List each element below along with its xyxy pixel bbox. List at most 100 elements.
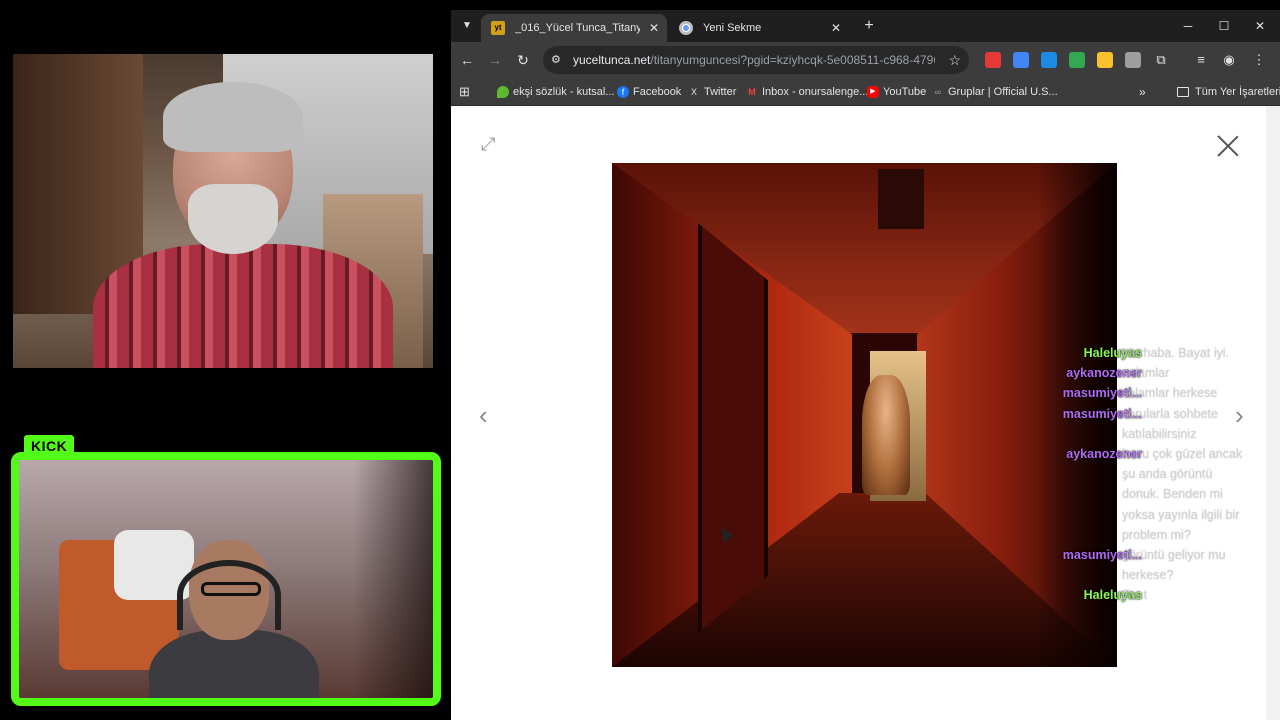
chat-message: aykanozener konu çok güzel ancak	[1028, 444, 1258, 464]
bookmark-eksi[interactable]: ekşi sözlük - kutsal...	[497, 78, 614, 106]
chat-message: aykanozener selamlar	[1028, 363, 1258, 383]
profile-avatar-icon[interactable]: ◉	[1219, 50, 1239, 70]
chat-text: sorularla sohbete	[1122, 406, 1218, 421]
url-path: /titanyumguncesi?pgid=kziyhcqk-5e008511-…	[650, 53, 935, 67]
bookmark-label: ekşi sözlük - kutsal...	[513, 86, 615, 98]
webcam-streamer	[11, 452, 441, 706]
tab-title: _016_Yücel Tunca_TitanyumGün	[515, 22, 640, 34]
chat-text: konu çok güzel ancak	[1122, 446, 1243, 461]
streamer-person	[149, 540, 339, 698]
apps-grid-icon[interactable]: ⊞	[459, 84, 475, 100]
new-tab-button[interactable]: +	[859, 16, 879, 36]
chat-message: herkese?	[1028, 565, 1258, 585]
gmail-icon: M	[748, 87, 756, 97]
url-host: yuceltunca.net	[573, 53, 651, 67]
address-bar[interactable]: ⚙ yuceltunca.net/titanyumguncesi?pgid=kz…	[543, 46, 969, 74]
eksi-icon	[497, 86, 509, 98]
all-bookmarks-folder[interactable]: Tüm Yer İşaretleri	[1177, 78, 1280, 106]
site-info-icon[interactable]: ⚙	[551, 53, 565, 67]
bookmark-label: Inbox - onursalenge...	[762, 86, 869, 98]
bookmark-gruplar[interactable]: ∞ Gruplar | Official U.S...	[932, 78, 1058, 106]
chat-text: Evet	[1122, 588, 1148, 603]
bookmark-label: Gruplar | Official U.S...	[948, 86, 1058, 98]
prev-arrow-icon[interactable]: ‹	[479, 402, 493, 428]
chat-message: Haleluyas Merhaba. Bayat iyi.	[1028, 343, 1258, 363]
facebook-icon: f	[617, 86, 629, 98]
link-icon: ∞	[934, 87, 942, 97]
bookmark-label: YouTube	[883, 86, 927, 98]
menu-kebab-icon[interactable]: ⋮	[1249, 50, 1269, 70]
lightbox-close-icon[interactable]	[1216, 134, 1240, 158]
url-text[interactable]: yuceltunca.net/titanyumguncesi?pgid=kziy…	[573, 46, 935, 74]
window-close-icon[interactable]: ✕	[1242, 10, 1278, 42]
tab-strip: ▼ yt _016_Yücel Tunca_TitanyumGün ✕ Yeni…	[451, 10, 1280, 42]
tab-new-tab[interactable]: Yeni Sekme ✕	[669, 14, 849, 42]
site-favicon-icon: yt	[491, 21, 505, 35]
webcam-host	[13, 54, 433, 368]
extension-icon-1[interactable]	[985, 52, 1001, 68]
bookmark-star-icon[interactable]: ☆	[948, 46, 961, 74]
chat-text: katılabilirsiniz	[1122, 426, 1197, 441]
bookmark-twitter[interactable]: X Twitter	[688, 78, 736, 106]
fullscreen-expand-icon[interactable]: ⤢	[481, 132, 505, 156]
chat-message: masumiyeti... görüntü geliyor mu	[1028, 545, 1258, 565]
chat-message: katılabilirsiniz	[1028, 424, 1258, 444]
bookmark-facebook[interactable]: f Facebook	[617, 78, 681, 106]
glasses	[201, 582, 261, 596]
bookmark-gmail[interactable]: M Inbox - onursalenge...	[746, 78, 868, 106]
extension-icon-3[interactable]	[1041, 52, 1057, 68]
chat-message: şu anda görüntü	[1028, 464, 1258, 484]
host-hair	[163, 82, 303, 152]
chat-text: problem mi?	[1122, 527, 1191, 542]
stream-layout: KICK ▼ yt _016_Yücel Tunca_TitanyumGün ✕…	[0, 0, 1280, 720]
streamer-body	[149, 630, 319, 698]
extension-icon-2[interactable]	[1013, 52, 1029, 68]
media-controls-icon[interactable]: ≡	[1191, 50, 1211, 70]
chat-text: herkese?	[1122, 568, 1174, 583]
extension-icon-6[interactable]	[1125, 52, 1141, 68]
bookmark-label: Tüm Yer İşaretleri	[1195, 86, 1280, 98]
elderly-figure	[862, 375, 910, 495]
chat-overlay: Haleluyas Merhaba. Bayat iyi. aykanozener s…	[1028, 343, 1258, 605]
tab-title: Yeni Sekme	[703, 22, 762, 34]
chat-message: Haleluyas Evet	[1028, 585, 1258, 605]
extension-icon-5[interactable]	[1097, 52, 1113, 68]
forward-icon[interactable]: →	[485, 50, 505, 70]
toolbar: ← → ↻ ⚙ yuceltunca.net/titanyumguncesi?p…	[451, 42, 1280, 78]
ceiling-lamp	[878, 169, 924, 229]
chat-text: selamlar	[1122, 366, 1170, 381]
maximize-icon[interactable]: ☐	[1206, 10, 1242, 42]
chat-message: masumiyeti... selamlar herkese	[1028, 383, 1258, 403]
bookmarks-overflow-icon[interactable]: »	[1139, 78, 1146, 106]
folder-icon	[1177, 87, 1189, 97]
page-scrollbar[interactable]	[1266, 106, 1280, 720]
chat-text: şu anda görüntü	[1122, 467, 1213, 482]
tab-close-icon[interactable]: ✕	[831, 14, 841, 42]
tab-close-icon[interactable]: ✕	[649, 14, 659, 42]
host-beard	[188, 184, 278, 254]
bookmark-youtube[interactable]: ▶ YouTube	[867, 78, 926, 106]
room-shadow	[353, 460, 433, 698]
host-person	[93, 74, 393, 368]
chat-message: problem mi?	[1028, 525, 1258, 545]
reload-icon[interactable]: ↻	[513, 50, 533, 70]
extension-icon-4[interactable]	[1069, 52, 1085, 68]
bookmark-label: Twitter	[704, 86, 737, 98]
minimize-icon[interactable]: ─	[1170, 10, 1206, 42]
x-icon: X	[690, 87, 697, 97]
door-frame	[698, 223, 768, 633]
bookmarks-bar: ⊞ ekşi sözlük - kutsal... f Facebook X T…	[451, 78, 1280, 106]
chat-text: görüntü geliyor mu	[1122, 547, 1226, 562]
chat-text: yoksa yayınla ilgili bir	[1122, 507, 1240, 522]
host-shirt	[93, 244, 393, 368]
back-icon[interactable]: ←	[457, 50, 477, 70]
tab-active[interactable]: yt _016_Yücel Tunca_TitanyumGün ✕	[481, 14, 667, 42]
extensions-puzzle-icon[interactable]: ⧉	[1151, 50, 1171, 70]
bookmark-label: Facebook	[633, 86, 682, 98]
chat-message: masumiyeti... sorularla sohbete	[1028, 404, 1258, 424]
chat-message: donuk. Benden mi	[1028, 484, 1258, 504]
tab-search-button[interactable]: ▼	[457, 16, 477, 36]
chat-text: selamlar herkese	[1122, 386, 1218, 401]
chat-text: Merhaba. Bayat iyi.	[1122, 346, 1229, 360]
chat-message: yoksa yayınla ilgili bir	[1028, 505, 1258, 525]
